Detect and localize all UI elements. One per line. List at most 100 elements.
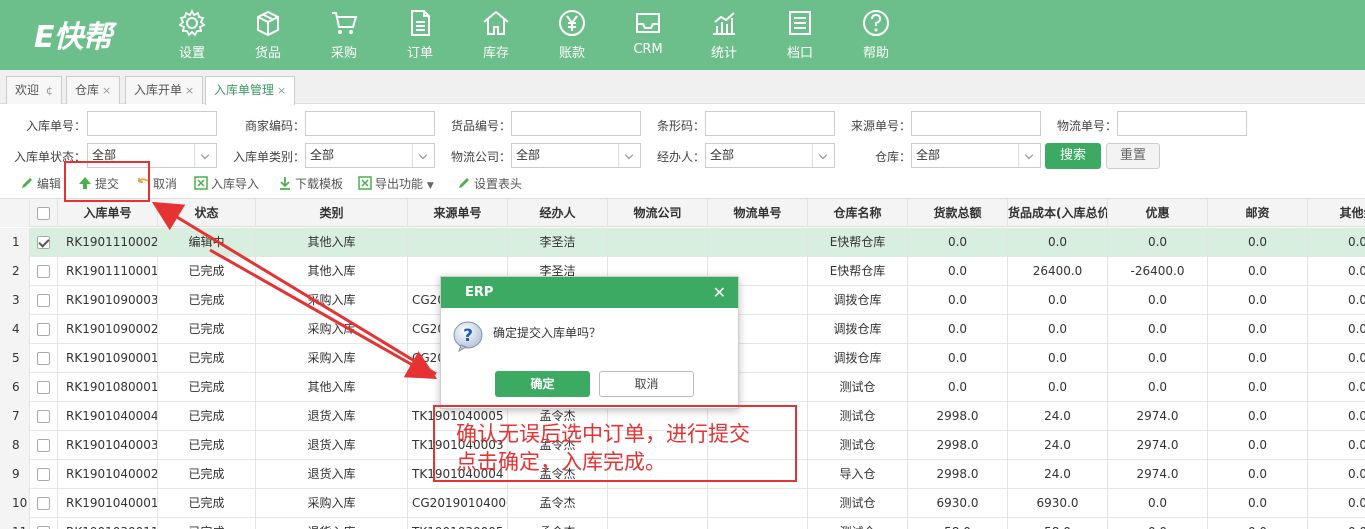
table-row[interactable]: 1 RK1901110002 编辑中 其他入库 李圣洁 E快帮仓库 0.0 0.0 0.0 0.0… — [0, 228, 1365, 257]
handler-select[interactable]: 全部 — [705, 143, 835, 168]
dialog-cancel-button[interactable]: 取消 — [599, 371, 694, 397]
column-settings-button[interactable]: 设置表头 — [457, 174, 522, 194]
type-select[interactable]: 全部 — [305, 143, 435, 168]
cell-disc: 0.0 — [1108, 228, 1208, 257]
cell-total: 2998.0 — [908, 402, 1008, 431]
cell-other: 0.0 — [1308, 344, 1365, 373]
excel-icon — [358, 176, 372, 190]
cell-post: 0.0 — [1208, 315, 1308, 344]
tab-inbound-create[interactable]: 入库开单 × — [125, 76, 204, 104]
nav-accounts[interactable]: 账款 — [542, 8, 602, 64]
brand-logo[interactable]: E快帮 — [34, 12, 112, 56]
nav-help[interactable]: 帮助 — [846, 8, 906, 64]
col-header[interactable]: 状态 — [158, 199, 256, 227]
row-checkbox[interactable] — [37, 497, 50, 510]
row-checkbox[interactable] — [37, 236, 50, 249]
row-checkbox[interactable] — [37, 381, 50, 394]
row-select-cell — [30, 431, 58, 460]
barcode-input[interactable] — [705, 111, 835, 136]
select-all-checkbox[interactable] — [37, 207, 50, 220]
cell-disc: 2974.0 — [1108, 431, 1208, 460]
reset-button[interactable]: 重置 — [1106, 143, 1160, 169]
cell-disc: 0.0 — [1108, 518, 1208, 529]
edit-button[interactable]: 编辑 — [20, 174, 61, 194]
export-menu-button[interactable]: 导出功能 ▼ — [358, 174, 434, 194]
box-icon — [257, 10, 279, 37]
status-value: 全部 — [92, 148, 117, 162]
cell-disc: 0.0 — [1108, 344, 1208, 373]
col-header[interactable]: 货品成本(入库总价) — [1008, 199, 1108, 227]
nav-purchase[interactable]: 采购 — [314, 8, 374, 64]
col-header[interactable]: 仓库名称 — [808, 199, 908, 227]
cell-n: 10 — [0, 489, 30, 518]
row-checkbox[interactable] — [37, 323, 50, 336]
col-header[interactable]: 物流单号 — [708, 199, 808, 227]
nav-settings[interactable]: 设置 — [162, 8, 222, 64]
row-checkbox[interactable] — [37, 410, 50, 423]
cell-other: 0.0 — [1308, 315, 1365, 344]
type-value: 全部 — [310, 148, 335, 162]
tab-warehouse[interactable]: 仓库 × — [66, 76, 121, 104]
col-header[interactable]: 类别 — [256, 199, 408, 227]
import-button[interactable]: 入库导入 — [194, 174, 259, 194]
col-header[interactable]: 货款总额 — [908, 199, 1008, 227]
col-header[interactable]: 邮资 — [1208, 199, 1308, 227]
nav-inventory[interactable]: 库存 — [466, 8, 526, 64]
logistics-no-input[interactable] — [1117, 111, 1247, 136]
nav-statistics[interactable]: 统计 — [694, 8, 754, 64]
cell-total: 2998.0 — [908, 431, 1008, 460]
search-button[interactable]: 搜索 — [1045, 143, 1101, 169]
download-template-button[interactable]: 下载模板 — [278, 174, 343, 194]
download-icon — [280, 177, 290, 190]
row-checkbox[interactable] — [37, 439, 50, 452]
cell-cost: 24.0 — [1008, 402, 1108, 431]
row-select-cell — [30, 315, 58, 344]
table-row[interactable]: 10 RK1901040001 已完成 采购入库 CG20190104000 孟令杰 测试仓… — [0, 489, 1365, 518]
row-select-cell — [30, 344, 58, 373]
col-header[interactable]: 物流公司 — [608, 199, 708, 227]
cell-handler: 孟令杰 — [508, 489, 608, 518]
col-header[interactable]: 入库单号 — [58, 199, 158, 227]
cell-status: 已完成 — [158, 431, 256, 460]
col-header[interactable]: 其他金 — [1308, 199, 1365, 227]
chevron-down-icon — [1018, 144, 1040, 167]
nav-crm[interactable]: CRM — [618, 8, 678, 64]
close-icon[interactable]: × — [102, 84, 111, 97]
close-icon[interactable]: × — [185, 84, 194, 97]
select-all-cell[interactable] — [30, 199, 58, 227]
tab-inbound-manage[interactable]: 入库单管理 × — [205, 76, 296, 105]
order-no-input[interactable] — [87, 111, 217, 136]
refresh-icon[interactable]: ¢ — [46, 84, 53, 97]
confirm-button[interactable]: 确定 — [495, 371, 590, 397]
row-select-cell — [30, 373, 58, 402]
row-checkbox[interactable] — [37, 294, 50, 307]
cell-n: 9 — [0, 460, 30, 489]
col-header[interactable]: 来源单号 — [408, 199, 508, 227]
cell-post: 0.0 — [1208, 373, 1308, 402]
cell-status: 已完成 — [158, 518, 256, 529]
company-select[interactable]: 全部 — [511, 143, 641, 168]
cell-type: 采购入库 — [256, 286, 408, 315]
close-icon[interactable]: ✕ — [713, 277, 726, 308]
close-icon[interactable]: × — [277, 84, 286, 97]
warehouse-select[interactable]: 全部 — [911, 143, 1041, 168]
cell-no: RK1901090003 — [58, 286, 158, 315]
help-icon — [863, 10, 889, 36]
row-checkbox[interactable] — [37, 468, 50, 481]
row-checkbox[interactable] — [37, 265, 50, 278]
row-checkbox[interactable] — [37, 352, 50, 365]
nav-orders[interactable]: 订单 — [390, 8, 450, 64]
col-header[interactable]: 经办人 — [508, 199, 608, 227]
nav-stall[interactable]: 档口 — [770, 8, 830, 64]
merchant-code-input[interactable] — [305, 111, 435, 136]
nav-goods[interactable]: 货品 — [238, 8, 298, 64]
table-row[interactable]: 11RK1901030011已完成退货入库TK1901030005孟令杰测试仓5… — [0, 518, 1365, 529]
goods-code-input[interactable] — [511, 111, 641, 136]
cell-n: 3 — [0, 286, 30, 315]
source-no-input[interactable] — [911, 111, 1041, 136]
cell-wh: 测试仓 — [808, 431, 908, 460]
tab-welcome[interactable]: 欢迎 ¢ — [6, 76, 62, 104]
nav-label: 账款 — [558, 46, 585, 61]
col-header[interactable]: 优惠 — [1108, 199, 1208, 227]
nav-label: 库存 — [482, 46, 509, 61]
